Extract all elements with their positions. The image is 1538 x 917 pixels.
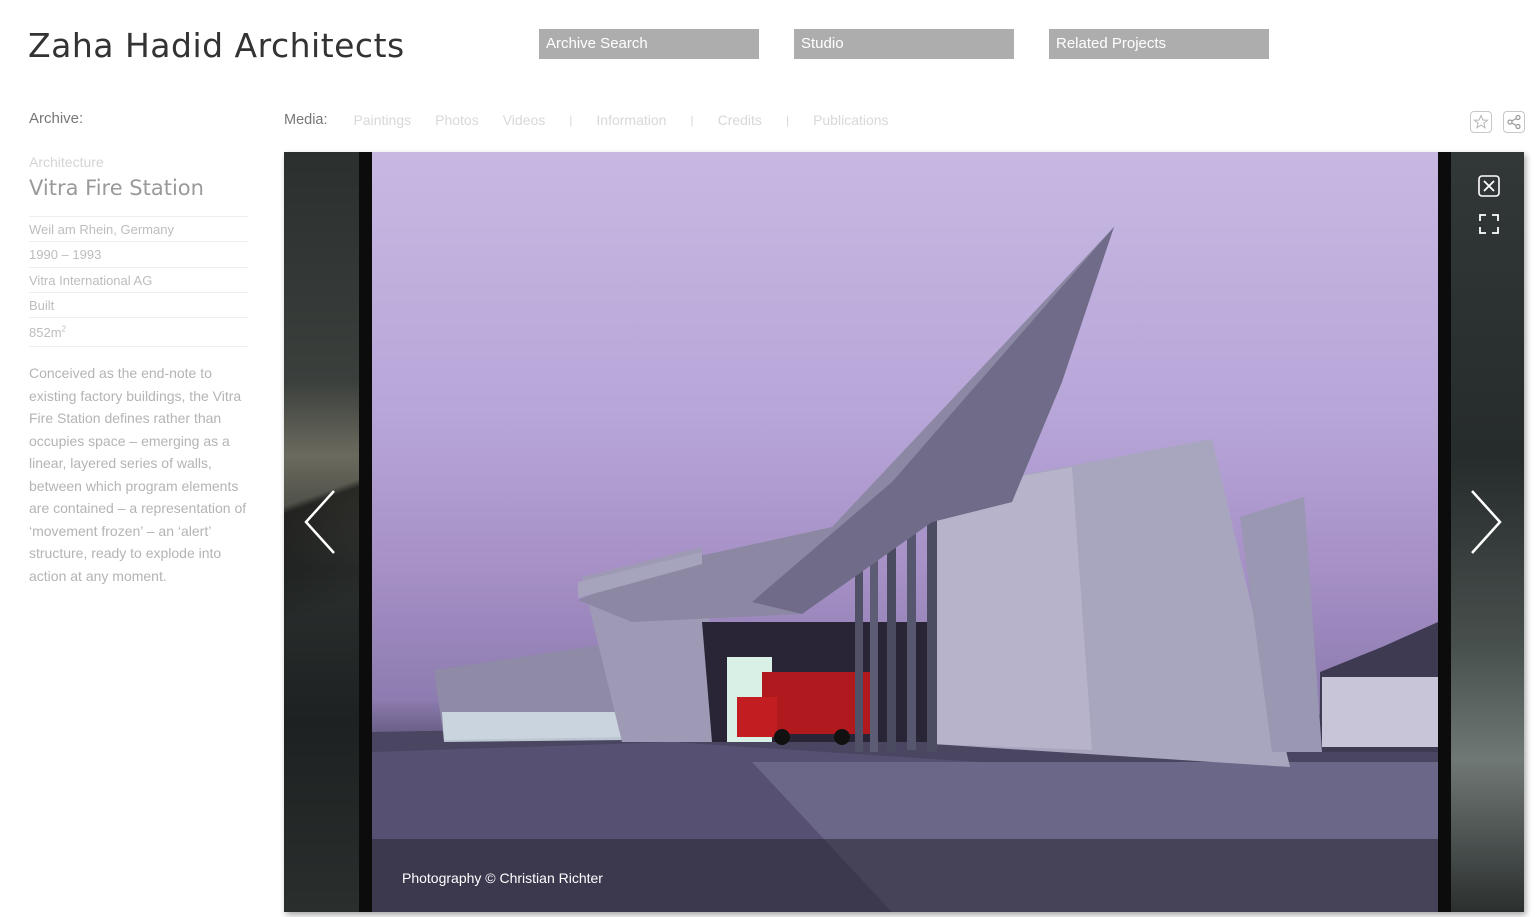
project-photo [372,152,1438,912]
project-status: Built [29,291,248,317]
tab-paintings[interactable]: Paintings [354,112,412,128]
tab-credits[interactable]: Credits [718,112,762,128]
project-years: 1990 – 1993 [29,241,248,266]
tab-separator: | [785,113,790,127]
fullscreen-icon [1479,214,1499,234]
tab-information[interactable]: Information [596,112,666,128]
image-viewer: Photography © Christian Richter [284,152,1524,912]
tab-separator: | [690,113,694,127]
project-title: Vitra Fire Station [29,176,204,200]
project-description: Conceived as the end-note to existing fa… [29,365,247,584]
fullscreen-button[interactable] [1477,212,1501,236]
tab-photos[interactable]: Photos [435,112,479,128]
close-viewer-button[interactable] [1477,174,1501,198]
site-logo[interactable]: Zaha Hadid Architects [28,26,405,65]
close-icon [1478,175,1500,197]
project-facts: Weil am Rhein, Germany 1990 – 1993 Vitra… [29,216,248,348]
share-icon [1507,114,1521,130]
prev-image-button[interactable] [302,487,342,557]
favorite-button[interactable] [1470,111,1492,133]
photo-credit: Photography © Christian Richter [402,870,603,886]
project-client: Vitra International AG [29,266,248,292]
tab-videos[interactable]: Videos [503,112,546,128]
viewer-divider [359,152,372,912]
archive-search-button[interactable]: Archive Search [539,29,759,59]
chevron-right-icon [1471,490,1502,554]
media-tabs: Media: Paintings Photos Videos | Informa… [284,110,889,130]
media-label: Media: [284,112,328,128]
tab-publications[interactable]: Publications [813,112,889,128]
chevron-left-icon [304,490,335,554]
area-value: 852m [29,325,62,341]
share-button[interactable] [1503,111,1525,133]
project-area: 852m2 [29,317,248,348]
archive-label: Archive: [29,110,84,127]
project-location: Weil am Rhein, Germany [29,216,248,241]
related-projects-button[interactable]: Related Projects [1049,29,1269,59]
viewer-divider [1438,152,1451,912]
vitra-fire-station-photo [372,227,1438,912]
area-exponent: 2 [61,324,66,334]
next-image-button[interactable] [1464,487,1504,557]
star-icon [1473,114,1489,129]
tab-separator: | [569,113,573,127]
project-category[interactable]: Architecture [29,154,104,170]
studio-button[interactable]: Studio [794,29,1014,59]
